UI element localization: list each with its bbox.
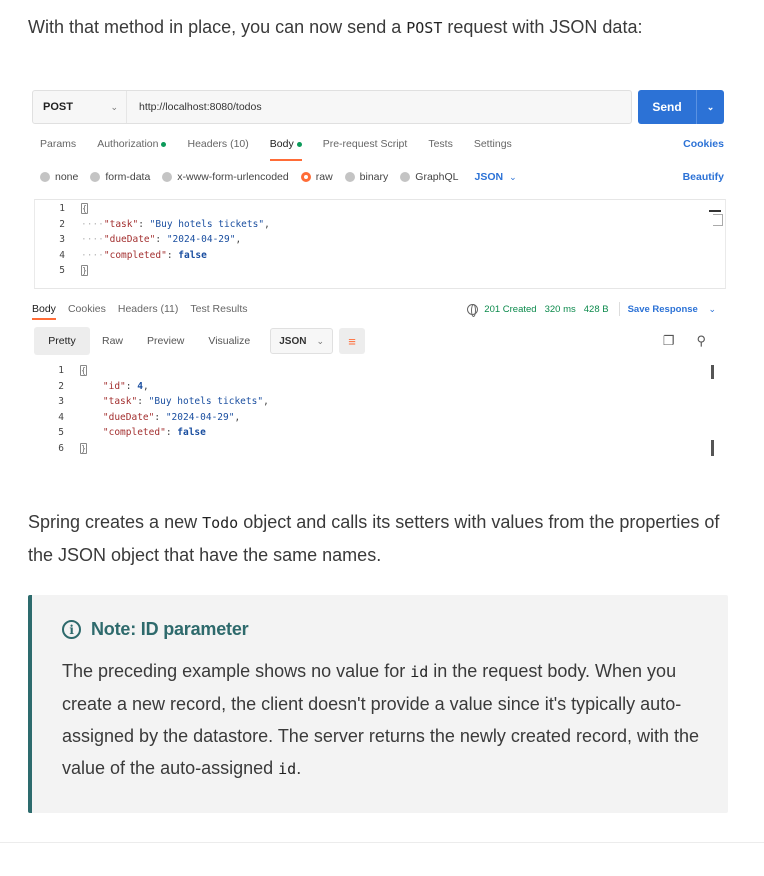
body-type-selector: none form-data x-www-form-urlencoded raw… — [40, 169, 724, 185]
tab-headers[interactable]: Headers (10) — [187, 138, 248, 156]
tab-response-headers[interactable]: Headers (11) — [118, 303, 179, 315]
brace-open-glyph: { — [80, 365, 87, 376]
radio-none[interactable]: none — [40, 171, 78, 183]
view-visualize[interactable]: Visualize — [196, 327, 262, 355]
tab-settings[interactable]: Settings — [474, 138, 512, 156]
chevron-down-icon: ⌄ — [509, 172, 517, 182]
radio-binary[interactable]: binary — [344, 171, 388, 183]
brace-close-glyph: } — [80, 442, 87, 454]
radio-graphql[interactable]: GraphQL — [400, 171, 458, 183]
request-json: { ····"task": "Buy hotels tickets", ····… — [81, 203, 270, 276]
response-json: { "id": 4, "task": "Buy hotels tickets",… — [80, 365, 269, 454]
cookies-link[interactable]: Cookies — [683, 138, 724, 156]
divider — [0, 842, 764, 843]
scroll-indicator[interactable] — [709, 210, 721, 212]
status-dot-icon — [161, 141, 167, 147]
tab-tests[interactable]: Tests — [428, 138, 453, 156]
tab-authorization[interactable]: Authorization — [97, 138, 167, 156]
send-button[interactable]: Send ⌄ — [638, 90, 724, 124]
response-size: 428 B — [583, 303, 609, 315]
response-format-select[interactable]: JSON ⌄ — [270, 328, 333, 354]
url-bar: POST ⌄ http://localhost:8080/todos — [32, 90, 632, 124]
brace-close-glyph: } — [81, 265, 88, 276]
request-tabs: Params Authorization Headers (10) Body P… — [40, 138, 724, 161]
chevron-down-icon: ⌄ — [316, 335, 324, 346]
chevron-down-icon: ⌄ — [708, 303, 716, 314]
url-input[interactable]: http://localhost:8080/todos — [127, 101, 262, 113]
beautify-link[interactable]: Beautify — [683, 171, 724, 183]
scrollbar[interactable] — [711, 440, 714, 456]
view-raw[interactable]: Raw — [90, 327, 135, 355]
note-body: The preceding example shows no value for… — [62, 661, 700, 778]
request-body-editor[interactable]: 1 2 3 4 5 { ····"task": "Buy hotels tick… — [34, 199, 726, 289]
view-pretty[interactable]: Pretty — [34, 327, 90, 355]
tab-body[interactable]: Body — [269, 138, 302, 161]
note-title: i Note: ID parameter — [62, 619, 249, 640]
status-dot-icon — [296, 141, 302, 147]
tab-response-body[interactable]: Body — [32, 303, 56, 320]
save-response-button[interactable]: Save Response ⌄ — [628, 304, 724, 315]
inline-code: Todo — [202, 514, 239, 532]
wrap-lines-icon[interactable]: ≡ — [339, 328, 365, 354]
response-body-viewer[interactable]: 1 2 3 4 5 6 { "id": 4, "task": "Buy hote… — [34, 362, 724, 462]
search-icon[interactable]: ⚲ — [696, 333, 706, 349]
tab-test-results[interactable]: Test Results — [190, 303, 247, 315]
copy-icon[interactable]: ❐ — [663, 333, 675, 349]
inline-code: id — [278, 760, 297, 778]
radio-x-www-form-urlencoded[interactable]: x-www-form-urlencoded — [162, 171, 289, 183]
radio-raw[interactable]: raw — [300, 171, 333, 183]
response-status: 201 Created 320 ms 428 B Save Response ⌄ — [467, 302, 724, 317]
scrollbar[interactable] — [711, 365, 714, 379]
inline-code: id — [410, 663, 429, 681]
tab-params[interactable]: Params — [40, 138, 76, 156]
info-icon: i — [62, 620, 81, 639]
tab-response-cookies[interactable]: Cookies — [68, 303, 106, 315]
intro-text: With that method in place, you can now s… — [28, 17, 643, 37]
inline-code: POST — [406, 19, 443, 37]
response-view-bar: Pretty Raw Preview Visualize JSON ⌄ ≡ ❐ ⚲ — [34, 326, 724, 356]
postman-screenshot: POST ⌄ http://localhost:8080/todos Send … — [32, 86, 730, 466]
globe-icon — [467, 303, 479, 317]
response-time: 320 ms — [544, 303, 576, 315]
response-tabs: Body Cookies Headers (11) Test Results 2… — [32, 301, 724, 320]
line-numbers: 1 2 3 4 5 — [59, 203, 65, 276]
note-callout: i Note: ID parameter The preceding examp… — [28, 595, 728, 813]
body-paragraph: Spring creates a new Todo object and cal… — [28, 512, 720, 565]
tab-pre-request-script[interactable]: Pre-request Script — [323, 138, 408, 156]
brace-open-glyph: { — [81, 203, 88, 214]
view-preview[interactable]: Preview — [135, 327, 196, 355]
format-select[interactable]: JSON ⌄ — [474, 171, 516, 183]
line-numbers: 1 2 3 4 5 6 — [58, 365, 64, 454]
method-select[interactable]: POST ⌄ — [33, 91, 127, 123]
chevron-down-icon[interactable]: ⌄ — [697, 102, 724, 113]
status-code: 201 Created — [484, 303, 537, 315]
chevron-down-icon: ⌄ — [110, 101, 118, 112]
radio-form-data[interactable]: form-data — [90, 171, 150, 183]
